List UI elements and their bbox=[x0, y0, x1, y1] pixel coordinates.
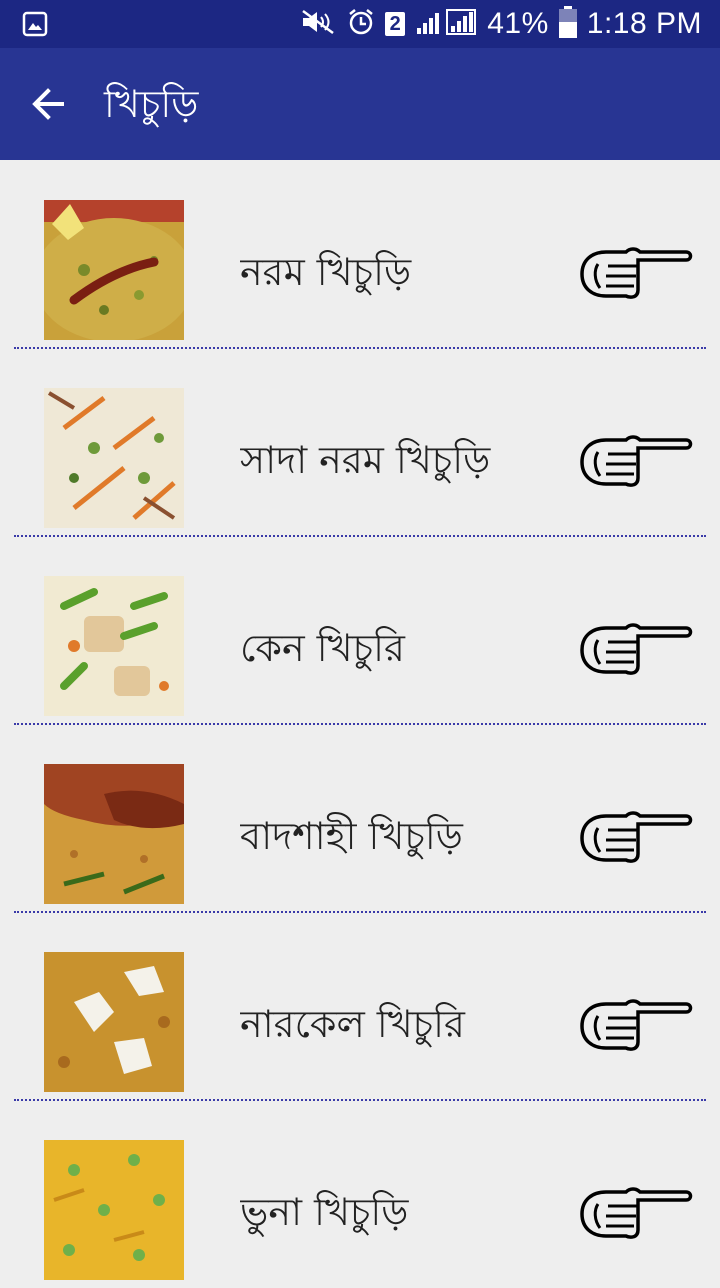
khichuri-photo bbox=[44, 200, 184, 340]
list-item[interactable]: নারকেল খিচুরি bbox=[0, 912, 720, 1101]
list-item-label: নারকেল খিচুরি bbox=[240, 1002, 465, 1046]
list-item[interactable]: নরম খিচুড়ি bbox=[0, 160, 720, 349]
pointing-hand-icon bbox=[580, 999, 693, 1051]
signal-icon bbox=[415, 8, 477, 41]
list-item-label: বাদশাহী খিচুড়ি bbox=[240, 814, 463, 858]
pointing-hand-icon bbox=[580, 811, 693, 863]
white-khichuri-photo bbox=[44, 388, 184, 528]
list-item-label: ভুনা খিচুড়ি bbox=[240, 1190, 409, 1234]
status-bar: 2 41% 1:18 PM bbox=[0, 0, 720, 48]
list-item-label: নরম খিচুড়ি bbox=[240, 250, 412, 294]
vegetable-khichuri-photo bbox=[44, 576, 184, 716]
clock: 1:18 PM bbox=[586, 7, 702, 40]
list-item[interactable]: বাদশাহী খিচুড়ি bbox=[0, 724, 720, 913]
list-item[interactable]: কেন খিচুরি bbox=[0, 536, 720, 725]
back-button[interactable] bbox=[28, 84, 68, 124]
sim-badge: 2 bbox=[385, 12, 406, 36]
list-item[interactable]: সাদা নরম খিচুড়ি bbox=[0, 348, 720, 537]
mute-icon bbox=[299, 9, 337, 40]
alarm-icon bbox=[347, 8, 375, 41]
list-item-label: সাদা নরম খিচুড়ি bbox=[240, 438, 491, 482]
list-item-label: কেন খিচুরি bbox=[240, 626, 405, 670]
page-title: খিচুড়ি bbox=[104, 82, 199, 126]
battery-percent: 41% bbox=[487, 7, 549, 40]
list-item[interactable]: ভুনা খিচুড়ি bbox=[0, 1100, 720, 1288]
pointing-hand-icon bbox=[580, 623, 693, 675]
app-bar: খিচুড়ি bbox=[0, 48, 720, 160]
arrow-left-icon bbox=[32, 88, 64, 120]
coconut-khichuri-photo bbox=[44, 952, 184, 1092]
recipe-list: নরম খিচুড়ি সাদা নরম খিচুড়ি কেন খিচুরি … bbox=[0, 160, 720, 1288]
badshahi-khichuri-photo bbox=[44, 764, 184, 904]
bhuna-khichuri-photo bbox=[44, 1140, 184, 1280]
pointing-hand-icon bbox=[580, 435, 693, 487]
battery-icon bbox=[558, 5, 577, 43]
gallery-notification-icon bbox=[22, 11, 48, 42]
pointing-hand-icon bbox=[580, 247, 693, 299]
pointing-hand-icon bbox=[580, 1187, 693, 1239]
